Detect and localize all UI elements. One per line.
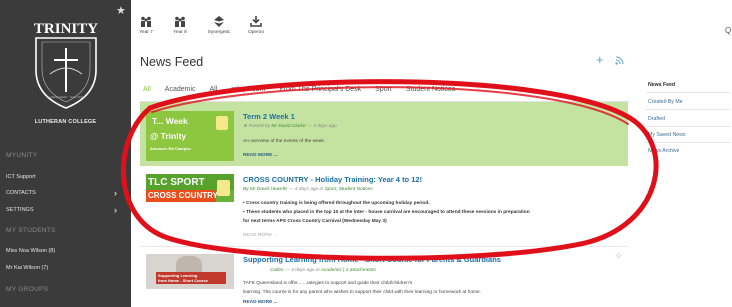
post-thumbnail[interactable]: TLC SPORT CROSS COUNTRY: [146, 174, 234, 202]
read-more-link[interactable]: READ MORE ...: [243, 153, 278, 158]
sidebar-heading-my-groups: MY GROUPS: [6, 286, 49, 293]
tab-leadership-team[interactable]: rship Team: [231, 86, 265, 93]
tab-student-notices[interactable]: Student Notices: [406, 86, 455, 93]
rnav-my-saved-news[interactable]: My Saved News: [648, 132, 685, 138]
college-label: LUTHERAN COLLEGE: [34, 119, 97, 125]
post-excerpt: An overview of the events of the week.: [243, 139, 326, 144]
save-star-icon[interactable]: ☆: [615, 251, 622, 260]
post-time: — 3 days ago: [307, 124, 337, 129]
tab-all[interactable]: All: [143, 86, 151, 93]
crest-icon: [217, 180, 230, 196]
crest-icon: [216, 116, 228, 130]
post-title[interactable]: Term 2 Week 1: [243, 112, 295, 121]
thumb-text: @ Trinity: [150, 131, 187, 141]
topbar-operoo-button[interactable]: Operoo: [244, 16, 268, 35]
sidebar-item-label: Mr Kai Wilson (7): [6, 265, 49, 271]
tab-principals-desk[interactable]: From The Principal's Desk: [279, 86, 361, 93]
rnav-divider: [646, 142, 730, 143]
post-excerpt: learning. The course is for any parent w…: [243, 290, 482, 295]
sidebar-item-contacts[interactable]: CONTACTS ›: [6, 188, 131, 198]
school-crest-logo: TRINITY In altis fundatur · Jesu Christi: [34, 21, 98, 109]
add-post-icon[interactable]: +: [596, 52, 604, 67]
topbar-icon-label: Year 8: [173, 30, 187, 35]
sidebar-item-ict-support[interactable]: ICT Support: [6, 174, 131, 180]
post-meta: By Mr David Howells — 4 days ago in Spor…: [243, 187, 373, 192]
sidebar-item-label: SETTINGS: [6, 207, 34, 213]
sidebar-heading-myunity: MYUNITY: [6, 152, 38, 159]
topbar-year8-button[interactable]: Year 8: [168, 16, 192, 35]
topbar-icon-label: Year 7: [139, 30, 153, 35]
post-thumbnail[interactable]: T... Week @ Trinity Ashmore Rd Campus: [146, 111, 234, 161]
sidebar: ★ TRINITY In altis fundatur · Jesu Chris…: [0, 0, 131, 307]
thumb-text: T... Week: [152, 116, 188, 126]
post-categories[interactable]: Academic | 1 attachments: [321, 268, 376, 273]
pin-icon: ★: [243, 124, 248, 129]
chevron-right-icon: ›: [114, 188, 117, 198]
post-time: — 3 days ago in: [284, 268, 320, 273]
rnav-divider: [646, 109, 730, 110]
rnav-news-archive[interactable]: News Archive: [648, 148, 679, 154]
post-excerpt: • Cross country training is being offere…: [243, 201, 430, 206]
tab-all-2[interactable]: All: [210, 86, 218, 93]
post-meta-prefix: Posted by: [248, 124, 270, 129]
sidebar-item-label: CONTACTS: [6, 190, 36, 196]
pin-icon[interactable]: ★: [116, 4, 126, 17]
synergetic-icon: [214, 16, 224, 27]
sidebar-item-student[interactable]: Mr Kai Wilson (7): [6, 265, 131, 271]
rss-icon[interactable]: [615, 56, 624, 65]
post-time: — 4 days ago in: [288, 187, 324, 192]
topbar-synergetic-button[interactable]: Synergetic: [207, 16, 231, 35]
rnav-divider: [646, 92, 730, 93]
save-star-icon[interactable]: ☆: [615, 108, 622, 117]
topbar-year7-button[interactable]: Year 7: [134, 16, 158, 35]
thumb-text: Ashmore Rd Campus: [150, 146, 191, 151]
post-author[interactable]: By Mr David Howells: [243, 187, 287, 192]
rnav-divider: [646, 126, 730, 127]
post-categories[interactable]: Sport, Student Notices: [325, 187, 373, 192]
download-icon: [250, 16, 262, 27]
post-meta: ★ Posted by Mr David Clarke — 3 days ago: [243, 124, 337, 129]
sidebar-item-label: ICT Support: [6, 174, 36, 180]
search-icon[interactable]: Q: [725, 26, 731, 35]
post-excerpt: • These students who placed in the top 1…: [243, 210, 530, 215]
topbar-icon-label: Synergetic: [207, 30, 231, 35]
rnav-created-by-me[interactable]: Created By Me: [648, 99, 683, 105]
post-title[interactable]: CROSS COUNTRY - Holiday Training: Year 4…: [243, 175, 422, 184]
post-divider: [140, 246, 628, 247]
thumb-text: CROSS COUNTRY: [148, 191, 218, 200]
post-thumbnail[interactable]: Supporting Learning from Home - Short Co…: [146, 254, 234, 289]
read-more-link[interactable]: READ MORE ...: [243, 233, 277, 238]
category-tabs: All Academic All rship Team From The Princip…: [143, 86, 469, 93]
post-excerpt: TAFE Queensland is offer... ...rategies …: [243, 281, 413, 286]
rnav-drafted[interactable]: Drafted: [648, 116, 665, 122]
group-icon: [175, 16, 185, 27]
post-author[interactable]: Mr David Clarke: [271, 124, 305, 129]
post-excerpt: for next terms APS Cross Country Carniva…: [243, 219, 387, 224]
group-icon: [141, 16, 151, 27]
chevron-right-icon: ›: [114, 205, 117, 215]
thumb-text: TLC SPORT: [148, 177, 205, 188]
tab-sport[interactable]: Sport: [375, 86, 392, 93]
rnav-news-feed[interactable]: News Feed: [648, 82, 675, 88]
page-title: News Feed: [140, 55, 204, 69]
sidebar-heading-my-students: MY STUDENTS: [6, 227, 56, 234]
post-author[interactable]: Cullen: [270, 268, 284, 273]
sidebar-item-student[interactable]: Miss Noa Wilson (8): [6, 248, 131, 254]
topbar-icon-label: Operoo: [248, 30, 264, 35]
school-motto: In altis fundatur · Jesu Christi: [46, 95, 86, 99]
thumb-text: from Home - Short Course: [158, 278, 209, 283]
school-name: TRINITY: [34, 21, 98, 37]
sidebar-item-label: Miss Noa Wilson (8): [6, 248, 56, 254]
read-more-link[interactable]: READ MORE ...: [243, 300, 278, 305]
post-meta: Cullen — 3 days ago in Academic | 1 atta…: [270, 268, 376, 273]
tab-academic[interactable]: Academic: [165, 86, 196, 93]
post-title[interactable]: Supporting Learning from Home - Short Co…: [243, 255, 501, 264]
sidebar-item-settings[interactable]: SETTINGS ›: [6, 205, 131, 215]
